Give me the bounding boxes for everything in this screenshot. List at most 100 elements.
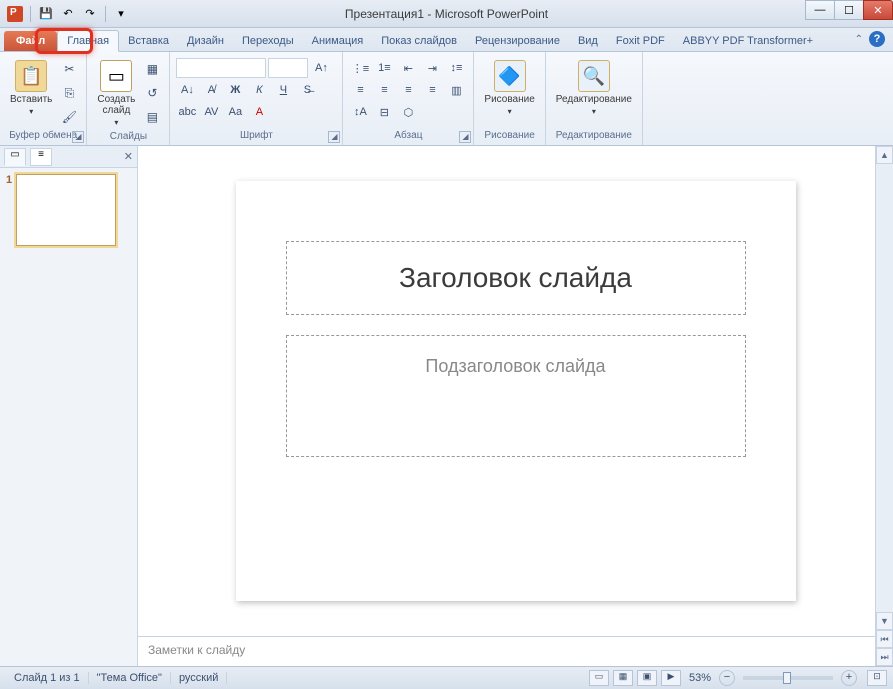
group-clipboard: 📋 Вставить ▾ ✂ ⎘ 🖌 Буфер обмена ◢ <box>0 52 87 145</box>
pane-tab-outline[interactable]: ≡ <box>30 148 52 166</box>
align-text-icon[interactable]: ⊟ <box>373 102 395 122</box>
pane-close-icon[interactable]: ✕ <box>124 150 133 163</box>
drawing-icon: 🔷 <box>494 60 526 92</box>
prev-slide-icon[interactable]: ⏮ <box>876 630 893 648</box>
slide-thumbnail[interactable]: 1 <box>6 174 131 246</box>
window-controls: — ☐ ✕ <box>806 0 893 20</box>
tab-transitions[interactable]: Переходы <box>233 31 303 51</box>
close-button[interactable]: ✕ <box>863 0 893 20</box>
view-slideshow-icon[interactable]: ▶ <box>661 670 681 686</box>
status-language[interactable]: русский <box>171 672 227 684</box>
paste-icon: 📋 <box>15 60 47 92</box>
clear-format-icon[interactable]: A̸ <box>200 80 222 100</box>
tab-slideshow[interactable]: Показ слайдов <box>372 31 466 51</box>
align-left-icon[interactable]: ≡ <box>349 80 371 100</box>
format-painter-icon[interactable]: 🖌 <box>58 106 80 128</box>
increase-indent-icon[interactable]: ⇥ <box>421 58 443 78</box>
status-theme[interactable]: "Тема Office" <box>89 672 171 684</box>
tab-abbyy[interactable]: ABBYY PDF Transformer+ <box>674 31 822 51</box>
new-slide-button[interactable]: ▭ Создать слайд ▾ <box>93 58 139 129</box>
scroll-down-icon[interactable]: ▼ <box>876 612 893 630</box>
shrink-font-icon[interactable]: A↓ <box>176 80 198 100</box>
pane-tab-slides[interactable]: ▭ <box>4 148 26 166</box>
slide-canvas[interactable]: Заголовок слайда Подзаголовок слайда <box>138 146 893 636</box>
minimize-button[interactable]: — <box>805 0 835 20</box>
decrease-indent-icon[interactable]: ⇤ <box>397 58 419 78</box>
pane-tabs: ▭ ≡ ✕ <box>0 146 137 168</box>
slide-layout-icon[interactable]: ▦ <box>141 58 163 80</box>
view-reading-icon[interactable]: ▣ <box>637 670 657 686</box>
save-icon[interactable]: 💾 <box>37 5 55 23</box>
notes-pane[interactable]: Заметки к слайду <box>138 636 893 666</box>
qat-dropdown-icon[interactable]: ▾ <box>112 5 130 23</box>
maximize-button[interactable]: ☐ <box>834 0 864 20</box>
view-sorter-icon[interactable]: ▦ <box>613 670 633 686</box>
line-spacing-icon[interactable]: ↕≡ <box>445 58 467 78</box>
justify-icon[interactable]: ≡ <box>421 80 443 100</box>
next-slide-icon[interactable]: ⏭ <box>876 648 893 666</box>
zoom-in-icon[interactable]: + <box>841 670 857 686</box>
quick-access-toolbar: 💾 ↶ ↷ ▾ <box>0 5 136 23</box>
align-center-icon[interactable]: ≡ <box>373 80 395 100</box>
shadow-icon[interactable]: abc <box>176 102 198 122</box>
zoom-slider[interactable] <box>743 676 833 680</box>
align-right-icon[interactable]: ≡ <box>397 80 419 100</box>
font-family-combo[interactable] <box>176 58 266 78</box>
status-slide-number[interactable]: Слайд 1 из 1 <box>6 672 89 684</box>
tab-insert[interactable]: Вставка <box>119 31 178 51</box>
tab-home[interactable]: Главная <box>57 30 119 52</box>
tab-design[interactable]: Дизайн <box>178 31 233 51</box>
zoom-percent[interactable]: 53% <box>689 672 711 684</box>
thumbnail-preview <box>16 174 116 246</box>
ribbon-minimize-icon[interactable]: ⌃ <box>855 34 863 45</box>
slide-section-icon[interactable]: ▤ <box>141 106 163 128</box>
group-slides: ▭ Создать слайд ▾ ▦ ↺ ▤ Слайды <box>87 52 170 145</box>
ribbon: 📋 Вставить ▾ ✂ ⎘ 🖌 Буфер обмена ◢ ▭ Созд… <box>0 52 893 146</box>
bullets-icon[interactable]: ⋮≡ <box>349 58 371 78</box>
group-font: A↑ A↓ A̸ Ж К Ч S̶ abc AV Aa A Шрифт ◢ <box>170 52 343 145</box>
tab-file[interactable]: Файл <box>4 31 57 51</box>
smartart-icon[interactable]: ⬡ <box>397 102 419 122</box>
editing-button[interactable]: 🔍 Редактирование ▾ <box>552 58 636 118</box>
grow-font-icon[interactable]: A↑ <box>310 58 332 78</box>
columns-icon[interactable]: ▥ <box>445 80 467 100</box>
text-direction-icon[interactable]: ↕A <box>349 102 371 122</box>
underline-icon[interactable]: Ч <box>272 80 294 100</box>
char-spacing-icon[interactable]: AV <box>200 102 222 122</box>
drawing-button[interactable]: 🔷 Рисование ▾ <box>480 58 538 118</box>
strikethrough-icon[interactable]: S̶ <box>296 80 318 100</box>
tab-animation[interactable]: Анимация <box>303 31 373 51</box>
bold-icon[interactable]: Ж <box>224 80 246 100</box>
view-normal-icon[interactable]: ▭ <box>589 670 609 686</box>
change-case-icon[interactable]: Aa <box>224 102 246 122</box>
status-bar: Слайд 1 из 1 "Тема Office" русский ▭ ▦ ▣… <box>0 666 893 689</box>
redo-icon[interactable]: ↷ <box>81 5 99 23</box>
fit-window-icon[interactable]: ⊡ <box>867 670 887 686</box>
paste-button[interactable]: 📋 Вставить ▾ <box>6 58 56 118</box>
thumbnails: 1 <box>0 168 137 666</box>
font-color-icon[interactable]: A <box>248 102 270 122</box>
help-icon[interactable]: ? <box>869 31 885 47</box>
zoom-out-icon[interactable]: − <box>719 670 735 686</box>
font-dialog-launcher[interactable]: ◢ <box>328 131 340 143</box>
paragraph-dialog-launcher[interactable]: ◢ <box>459 131 471 143</box>
app-icon[interactable] <box>6 5 24 23</box>
cut-icon[interactable]: ✂ <box>58 58 80 80</box>
new-slide-icon: ▭ <box>100 60 132 92</box>
clipboard-dialog-launcher[interactable]: ◢ <box>72 131 84 143</box>
find-icon: 🔍 <box>578 60 610 92</box>
vertical-scrollbar[interactable]: ▲ ▼ ⏮ ⏭ <box>875 146 893 666</box>
font-size-combo[interactable] <box>268 58 308 78</box>
numbering-icon[interactable]: 1≡ <box>373 58 395 78</box>
italic-icon[interactable]: К <box>248 80 270 100</box>
title-placeholder[interactable]: Заголовок слайда <box>286 241 746 315</box>
tab-foxit[interactable]: Foxit PDF <box>607 31 674 51</box>
copy-icon[interactable]: ⎘ <box>58 82 80 104</box>
subtitle-placeholder[interactable]: Подзаголовок слайда <box>286 335 746 457</box>
tab-review[interactable]: Рецензирование <box>466 31 569 51</box>
thumbnail-number: 1 <box>6 174 12 246</box>
tab-view[interactable]: Вид <box>569 31 607 51</box>
undo-icon[interactable]: ↶ <box>59 5 77 23</box>
slide-reset-icon[interactable]: ↺ <box>141 82 163 104</box>
scroll-up-icon[interactable]: ▲ <box>876 146 893 164</box>
